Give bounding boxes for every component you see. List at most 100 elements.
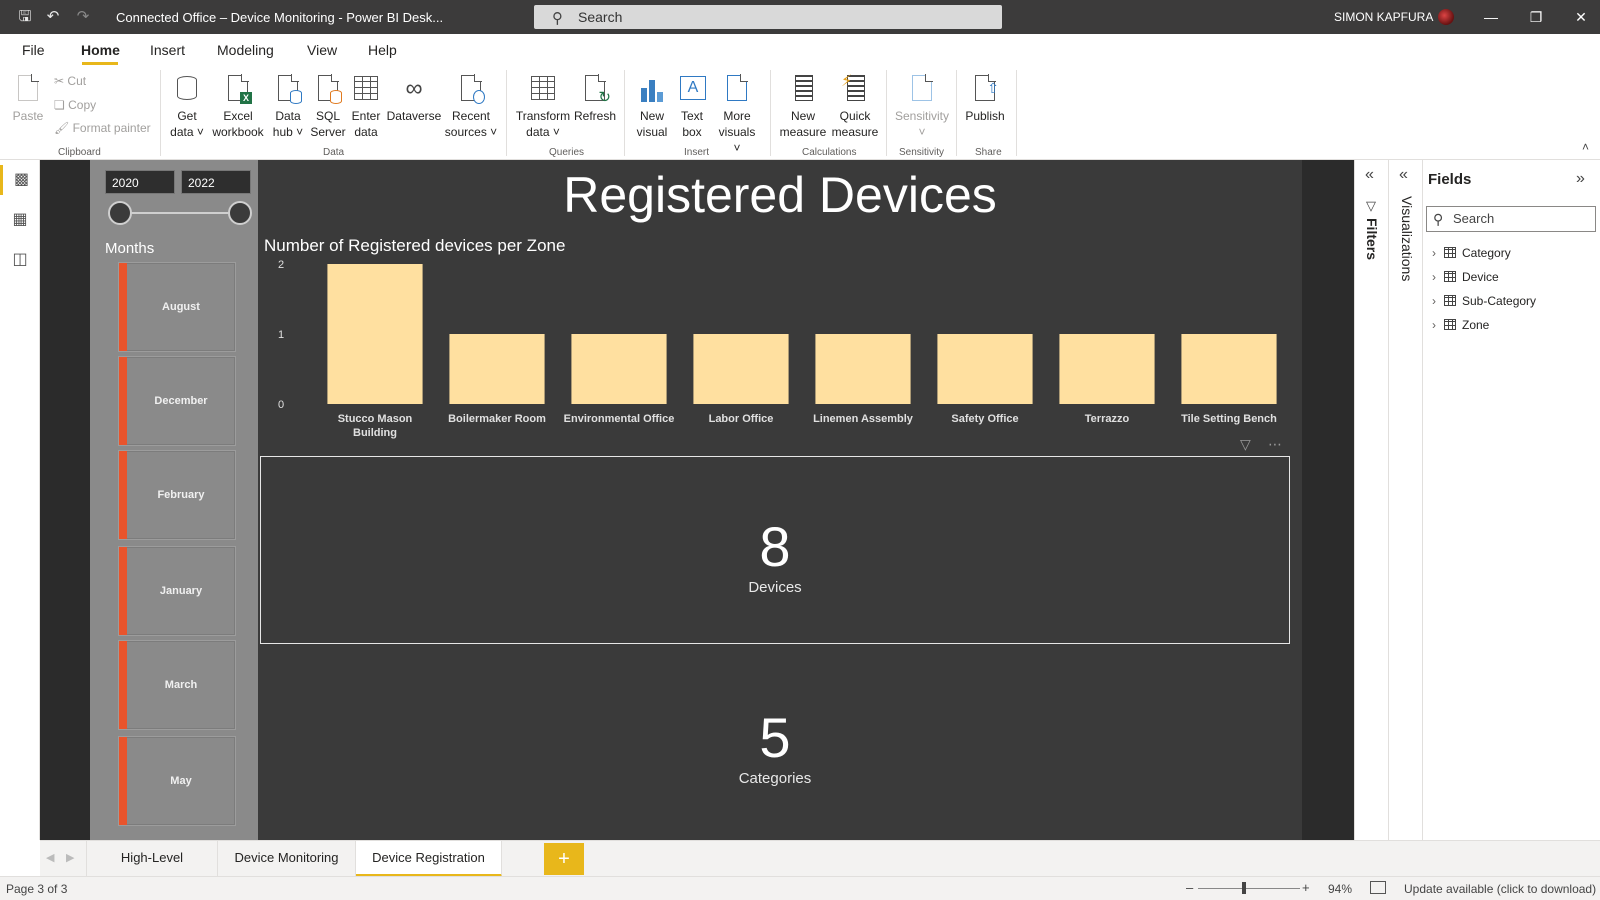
zoom-out-icon[interactable]: – [1186,880,1193,895]
quick-measure-button[interactable]: ⚡ Quick measure [830,74,880,140]
expand-visualizations-icon[interactable]: « [1399,166,1408,184]
format-painter-label: Format painter [72,121,151,135]
month-tile[interactable]: March [118,640,236,730]
chart-bar[interactable] [1181,334,1277,404]
fit-to-page-icon[interactable] [1370,881,1386,894]
page-tab-high-level-metrics[interactable]: High-Level Metrics [86,841,218,899]
save-icon[interactable]: 🖫 [16,8,34,26]
month-tile[interactable]: May [118,736,236,826]
redo-icon[interactable]: ↷ [74,8,92,26]
date-range-track[interactable] [120,212,238,214]
chevron-right-icon: › [1432,246,1436,260]
bar-chart[interactable]: 0 1 2 Stucco Mason Building Boilermaker Room E… [260,258,1300,458]
chart-bar[interactable] [327,264,423,404]
enter-data-button[interactable]: Enter data [348,74,384,140]
devices-card[interactable]: 8 Devices [260,456,1290,644]
publish-button[interactable]: ⇧ Publish [962,74,1008,124]
new-visual-button[interactable]: New visual [632,74,672,140]
month-label: January [159,585,203,597]
bar-chart-svg: 0 1 2 Stucco Mason Building Boilermaker Room E… [278,259,1277,439]
title-bar: 🖫 ↶ ↷ Connected Office – Device Monitori… [0,0,1600,34]
tab-home[interactable]: Home [81,42,120,58]
month-tile[interactable]: December [118,356,236,446]
more-options-icon[interactable]: ⋯ [1268,436,1282,453]
format-painter-button[interactable]: 🖌 Format painter [54,121,151,135]
more-visuals-button[interactable]: More visuals ˅ [714,74,760,156]
page-tab-device-registration[interactable]: Device Registration [356,841,502,877]
report-view-icon[interactable]: ▩ [0,165,40,195]
get-data-button[interactable]: Get data ˅ [167,74,207,140]
undo-icon[interactable]: ↶ [44,8,62,26]
field-table-category[interactable]: › Category [1432,244,1511,262]
field-table-device[interactable]: › Device [1432,268,1499,286]
collapse-fields-icon[interactable]: » [1576,170,1585,188]
sensitivity-icon [908,74,936,104]
chart-bar[interactable] [815,334,911,404]
filter-icon[interactable]: ▽ [1240,436,1251,453]
new-measure-button[interactable]: New measure [778,74,828,140]
zoom-slider-thumb[interactable] [1241,882,1246,894]
model-view-icon[interactable]: ◫ [0,245,40,275]
prev-page-arrow-icon[interactable]: ◀ [46,851,54,864]
data-view-icon[interactable]: ▦ [0,205,40,235]
x-tick-label: Labor Office [709,413,774,425]
chart-bar[interactable] [693,334,789,404]
categories-card[interactable]: 5 Categories [260,650,1290,838]
cut-button[interactable]: ✂ Cut [54,74,86,88]
field-table-zone[interactable]: › Zone [1432,316,1489,334]
month-accent-bar [119,641,127,729]
sql-server-button[interactable]: SQL Server [308,74,348,140]
sensitivity-button[interactable]: Sensitivity ˅ [892,74,952,140]
dataverse-button[interactable]: ∞ Dataverse [386,74,442,124]
search-icon: ⚲ [552,10,563,27]
date-range-start-handle[interactable] [108,201,132,225]
transform-data-button[interactable]: Transform data ˅ [514,74,572,140]
update-available-link[interactable]: Update available (click to download) [1404,882,1596,896]
date-range-end-handle[interactable] [228,201,252,225]
minimize-icon[interactable]: — [1482,8,1500,26]
sql-label-1: SQL [315,109,340,123]
expand-filters-icon[interactable]: « [1365,166,1374,184]
tab-file[interactable]: File [22,42,45,58]
date-slicer-end[interactable]: 2022 [181,170,251,194]
fields-search-input[interactable]: ⚲ Search [1426,206,1596,232]
zoom-slider[interactable] [1198,888,1300,889]
chart-bar[interactable] [937,334,1033,404]
chart-bar[interactable] [571,334,667,404]
user-avatar[interactable] [1438,9,1454,25]
more-visuals-label-1: More [723,109,751,123]
tab-view[interactable]: View [307,42,337,58]
publish-label: Publish [965,109,1005,123]
page-tabs-bar: ◀ ▶ High-Level Metrics Device Monitoring… [40,840,1600,899]
add-page-button[interactable]: + [544,843,584,875]
field-table-sub-category[interactable]: › Sub-Category [1432,292,1536,310]
data-hub-button[interactable]: Data hub ˅ [268,74,308,140]
filters-label: Filters [1364,218,1380,261]
page-tab-device-monitoring[interactable]: Device Monitoring [218,841,356,877]
month-tile[interactable]: February [118,450,236,540]
filters-pane[interactable]: « ▽ Filters [1354,160,1388,840]
paste-button[interactable]: Paste [10,74,46,124]
collapse-ribbon-icon[interactable]: ˄ [1582,140,1589,154]
tab-help[interactable]: Help [368,42,397,58]
refresh-button[interactable]: ↻ Refresh [572,74,618,124]
chart-bar[interactable] [1059,334,1155,404]
recent-sources-button[interactable]: Recent sources ˅ [444,74,498,140]
copy-button[interactable]: ❏ Copy [54,98,96,112]
user-name[interactable]: SIMON KAPFURA [1334,10,1433,24]
tab-modeling[interactable]: Modeling [217,42,274,58]
month-tile[interactable]: August [118,262,236,352]
chart-bar[interactable] [449,334,545,404]
date-slicer-start[interactable]: 2020 [105,170,175,194]
zoom-in-icon[interactable]: + [1302,880,1310,895]
global-search-box[interactable]: ⚲ Search [534,5,1002,29]
tab-insert[interactable]: Insert [150,42,185,58]
excel-workbook-button[interactable]: X Excel workbook [210,74,266,140]
calculator-icon [789,74,817,104]
text-box-button[interactable]: A Text box [674,74,710,140]
next-page-arrow-icon[interactable]: ▶ [66,851,74,864]
close-icon[interactable]: ✕ [1572,8,1590,26]
visualizations-pane[interactable]: « Visualizations [1388,160,1422,840]
restore-icon[interactable]: ❐ [1527,8,1545,26]
month-tile[interactable]: January [118,546,236,636]
